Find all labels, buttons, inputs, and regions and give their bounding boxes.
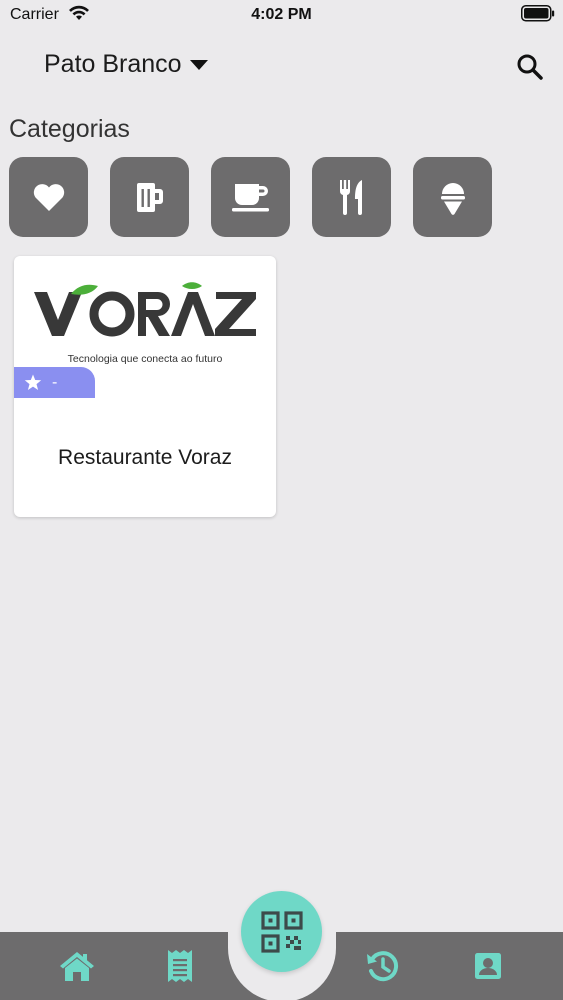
- caret-down-icon: [189, 59, 208, 70]
- category-restaurant[interactable]: [312, 157, 391, 237]
- qr-code-icon: [260, 910, 303, 953]
- restaurant-name: Restaurante Voraz: [58, 446, 232, 469]
- category-favorites[interactable]: [9, 157, 88, 237]
- star-icon: [24, 374, 42, 390]
- restaurant-logo: Tecnologia que conecta ao futuro: [14, 256, 276, 376]
- history-icon: [367, 951, 398, 982]
- ice-cream-icon: [440, 183, 465, 215]
- clock: 4:02 PM: [251, 6, 312, 23]
- home-icon: [60, 952, 94, 981]
- categories-title: Categorias: [9, 115, 130, 143]
- rating-value: -: [52, 373, 58, 391]
- nav-orders[interactable]: [160, 948, 200, 984]
- restaurant-tagline: Tecnologia que conecta ao futuro: [67, 353, 223, 365]
- fork-knife-icon: [339, 180, 362, 215]
- nav-history[interactable]: [363, 948, 403, 984]
- rating-badge: -: [14, 367, 95, 398]
- search-icon[interactable]: [515, 52, 545, 82]
- category-bar[interactable]: [110, 157, 189, 237]
- status-bar: Carrier 4:02 PM: [0, 0, 563, 30]
- city-selector[interactable]: Pato Branco: [44, 50, 208, 79]
- category-cafe[interactable]: [211, 157, 290, 237]
- voraz-logo: [34, 282, 256, 337]
- restaurant-card[interactable]: Tecnologia que conecta ao futuro - Resta…: [14, 256, 276, 517]
- categories-row: [9, 157, 492, 237]
- nav-profile[interactable]: [468, 948, 508, 984]
- heart-icon: [33, 184, 64, 211]
- city-name: Pato Branco: [44, 50, 182, 78]
- receipt-icon: [168, 950, 192, 982]
- category-ice-cream[interactable]: [413, 157, 492, 237]
- profile-icon: [475, 953, 501, 979]
- battery-icon: [521, 5, 555, 22]
- nav-home[interactable]: [57, 948, 97, 984]
- qr-scan-button[interactable]: [241, 891, 322, 972]
- beer-mug-icon: [136, 183, 163, 212]
- coffee-cup-icon: [231, 184, 269, 212]
